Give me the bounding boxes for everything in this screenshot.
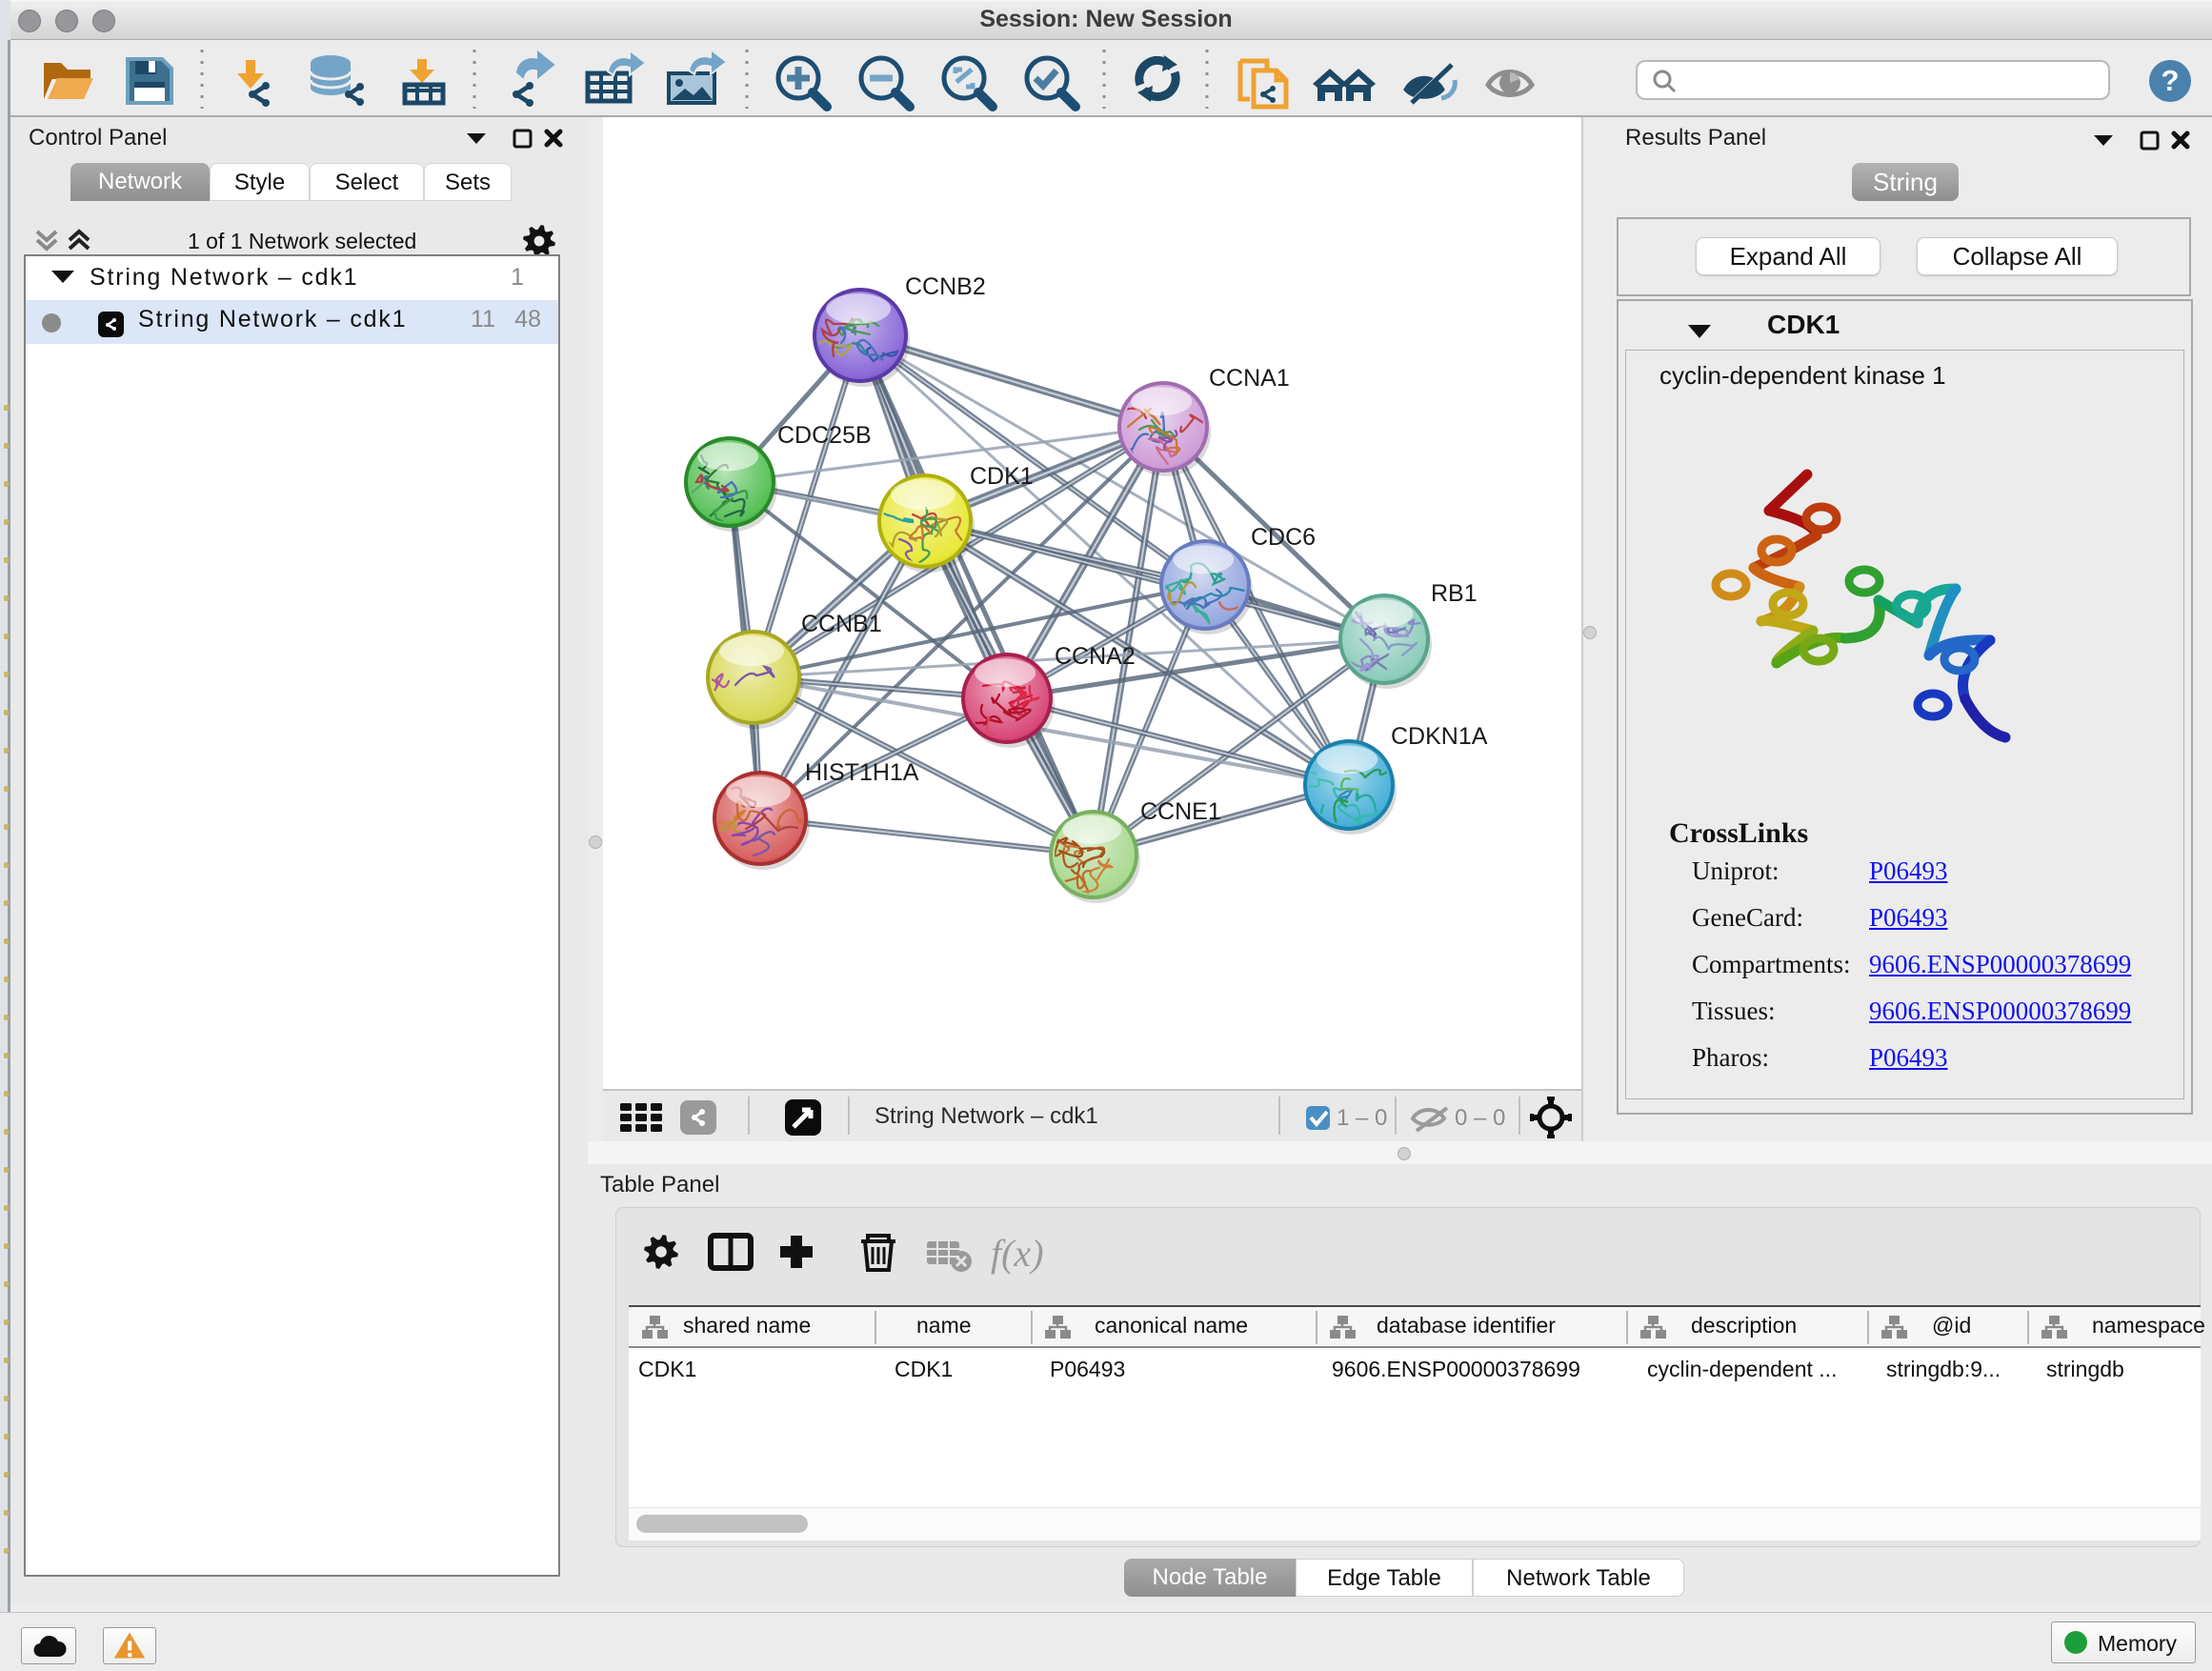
svg-text:CDC25B: CDC25B bbox=[777, 422, 872, 449]
svg-text:CDK1: CDK1 bbox=[970, 463, 1034, 490]
svg-text:RB1: RB1 bbox=[1431, 580, 1478, 607]
svg-text:HIST1H1A: HIST1H1A bbox=[805, 759, 919, 786]
svg-text:CCNA1: CCNA1 bbox=[1209, 365, 1290, 392]
svg-text:CCNE1: CCNE1 bbox=[1140, 798, 1221, 825]
svg-text:f(x): f(x) bbox=[991, 1232, 1044, 1275]
svg-text:CDC6: CDC6 bbox=[1251, 524, 1316, 551]
svg-text:CCNB2: CCNB2 bbox=[905, 273, 986, 300]
svg-text:CCNA2: CCNA2 bbox=[1055, 643, 1136, 670]
svg-text:CDKN1A: CDKN1A bbox=[1391, 723, 1488, 750]
svg-text:CCNB1: CCNB1 bbox=[801, 611, 882, 637]
